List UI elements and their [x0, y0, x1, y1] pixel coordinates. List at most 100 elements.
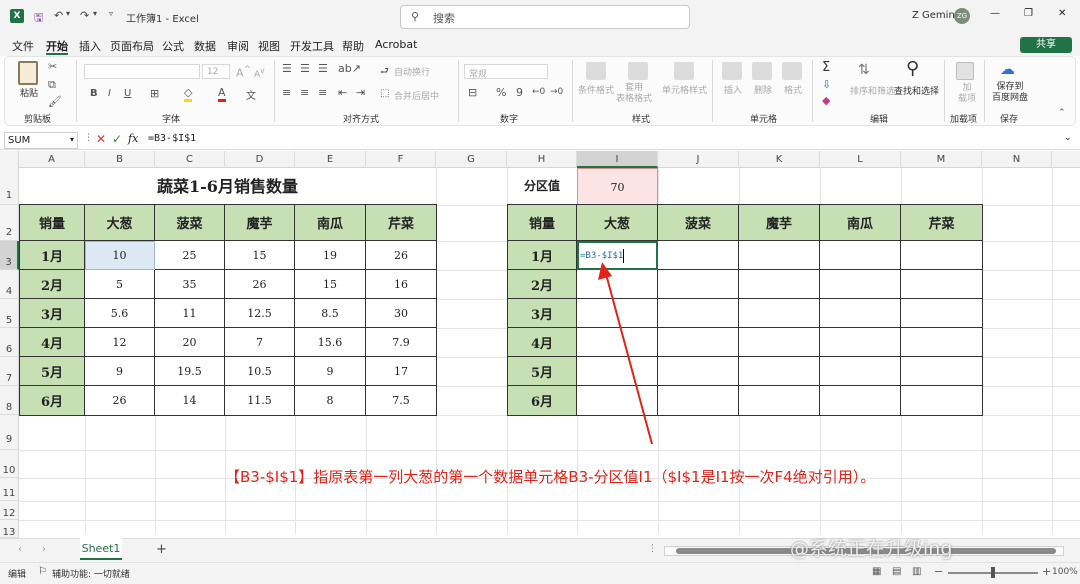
paste-button[interactable]: 粘贴 [20, 86, 38, 99]
bold-button[interactable]: B [90, 88, 98, 99]
merge-icon[interactable]: ⬚ [380, 88, 389, 99]
right-header-cell[interactable]: 菠菜 [658, 205, 739, 241]
avatar[interactable]: ZG [954, 8, 970, 24]
grow-font-icon[interactable]: A^ [236, 64, 251, 80]
cancel-icon[interactable]: ✕ [96, 132, 106, 146]
left-data-cell[interactable]: 11 [155, 299, 225, 328]
collapse-ribbon-icon[interactable]: ⌃ [1058, 108, 1066, 118]
right-empty-cell[interactable] [658, 299, 739, 328]
left-data-cell[interactable]: 5.6 [85, 299, 155, 328]
left-data-cell[interactable]: 25 [155, 241, 225, 270]
undo-icon[interactable]: ↶ [54, 9, 63, 22]
left-data-cell[interactable]: 12 [85, 328, 155, 357]
decrease-indent-icon[interactable]: ⇤ [338, 86, 347, 99]
redo-dropdown-icon[interactable]: ▾ [93, 9, 97, 18]
menu-page-layout[interactable]: 页面布局 [110, 38, 154, 54]
menu-insert[interactable]: 插入 [79, 38, 101, 54]
right-empty-cell[interactable] [739, 357, 820, 386]
customize-qat-icon[interactable]: ▿ [109, 9, 113, 18]
col-header-h[interactable]: H [507, 151, 577, 168]
format-cells-button[interactable]: 格式 [784, 83, 802, 96]
comma-button[interactable]: 9 [516, 86, 523, 99]
conditional-format-icon[interactable] [586, 62, 606, 80]
tab-options-icon[interactable]: ⋮ [648, 544, 657, 554]
right-header-cell[interactable]: 销量 [507, 205, 577, 241]
font-color-icon[interactable]: A [218, 86, 226, 102]
right-empty-cell[interactable] [820, 270, 901, 299]
left-data-cell[interactable]: 9 [295, 357, 366, 386]
fill-color-icon[interactable]: ◇ [184, 86, 193, 102]
expand-formula-icon[interactable]: ⌄ [1064, 133, 1072, 143]
left-table-title[interactable]: 蔬菜1-6月销售数量 [19, 168, 436, 205]
left-data-cell[interactable]: 17 [366, 357, 437, 386]
zoom-out-icon[interactable]: − [934, 565, 943, 578]
increase-decimal-icon[interactable]: ←0 [532, 87, 545, 97]
sort-filter-icon[interactable]: ⇅ [858, 62, 870, 78]
sort-filter-button[interactable]: 排序和筛选 [850, 84, 895, 97]
left-data-cell[interactable]: 26 [366, 241, 437, 270]
percent-button[interactable]: % [496, 86, 506, 99]
col-header-k[interactable]: K [739, 151, 820, 168]
right-header-cell[interactable]: 魔芋 [739, 205, 820, 241]
page-layout-view-icon[interactable]: ▤ [892, 566, 901, 577]
right-empty-cell[interactable] [739, 299, 820, 328]
left-month-cell[interactable]: 6月 [19, 386, 85, 416]
normal-view-icon[interactable]: ▦ [872, 566, 881, 577]
right-empty-cell[interactable] [901, 299, 983, 328]
scroll-right-icon[interactable]: › [42, 544, 46, 555]
row-header-13[interactable]: 13 [0, 520, 19, 538]
redo-icon[interactable]: ↷ [80, 9, 89, 22]
autosum-icon[interactable]: Σ [822, 60, 830, 75]
left-data-cell[interactable]: 7.9 [366, 328, 437, 357]
left-data-cell[interactable]: 19 [295, 241, 366, 270]
row-header-11[interactable]: 11 [0, 478, 19, 501]
left-data-cell[interactable]: 15 [295, 270, 366, 299]
increase-indent-icon[interactable]: ⇥ [356, 86, 365, 99]
table-format-icon[interactable] [628, 62, 648, 80]
left-data-cell[interactable]: 10.5 [225, 357, 295, 386]
underline-button[interactable]: U [124, 88, 131, 99]
left-data-cell[interactable]: 16 [366, 270, 437, 299]
col-header-a[interactable]: A [19, 151, 85, 168]
left-data-cell[interactable]: 26 [85, 386, 155, 416]
zoom-in-icon[interactable]: + [1042, 565, 1051, 578]
left-data-cell[interactable]: 14 [155, 386, 225, 416]
align-middle-icon[interactable]: ☰ [300, 62, 310, 75]
delete-cells-button[interactable]: 删除 [754, 83, 772, 96]
left-header-cell[interactable]: 魔芋 [225, 205, 295, 241]
undo-dropdown-icon[interactable]: ▾ [66, 9, 70, 18]
table-format-button[interactable]: 套用 表格格式 [616, 83, 652, 105]
menu-help[interactable]: 帮助 [342, 38, 364, 54]
col-header-l[interactable]: L [820, 151, 901, 168]
col-header-j[interactable]: J [658, 151, 739, 168]
menu-acrobat[interactable]: Acrobat [375, 38, 417, 51]
left-header-cell[interactable]: 芹菜 [366, 205, 437, 241]
right-empty-cell[interactable] [901, 270, 983, 299]
right-empty-cell[interactable] [658, 386, 739, 416]
left-data-cell[interactable]: 12.5 [225, 299, 295, 328]
share-button[interactable]: 共享 [1020, 37, 1072, 53]
insert-cells-button[interactable]: 插入 [724, 83, 742, 96]
more-options-icon[interactable]: ⋮ [84, 133, 93, 143]
font-family-dropdown[interactable] [84, 64, 200, 79]
col-header-e[interactable]: E [295, 151, 366, 168]
delete-cells-icon[interactable] [752, 62, 772, 80]
format-cells-icon[interactable] [782, 62, 802, 80]
clear-icon[interactable]: ◆ [822, 94, 830, 107]
right-month-cell[interactable]: 1月 [507, 241, 577, 270]
find-select-icon[interactable]: ⚲ [906, 58, 919, 79]
menu-review[interactable]: 审阅 [227, 38, 249, 54]
left-data-cell[interactable]: 26 [225, 270, 295, 299]
scroll-left-icon[interactable]: ‹ [18, 544, 22, 555]
page-break-view-icon[interactable]: ▥ [912, 566, 921, 577]
enter-icon[interactable]: ✓ [112, 132, 122, 146]
orientation-icon[interactable]: ab↗ [338, 62, 361, 75]
right-empty-cell[interactable] [658, 241, 739, 270]
baidu-cloud-icon[interactable]: ☁ [1000, 60, 1015, 78]
formula-input[interactable]: =B3-$I$1 [148, 133, 196, 144]
right-empty-cell[interactable] [739, 328, 820, 357]
sheet-tab-sheet1[interactable]: Sheet1 [80, 538, 122, 560]
right-empty-cell[interactable] [820, 357, 901, 386]
menu-formulas[interactable]: 公式 [162, 38, 184, 54]
maximize-button[interactable]: ❐ [1024, 8, 1033, 19]
